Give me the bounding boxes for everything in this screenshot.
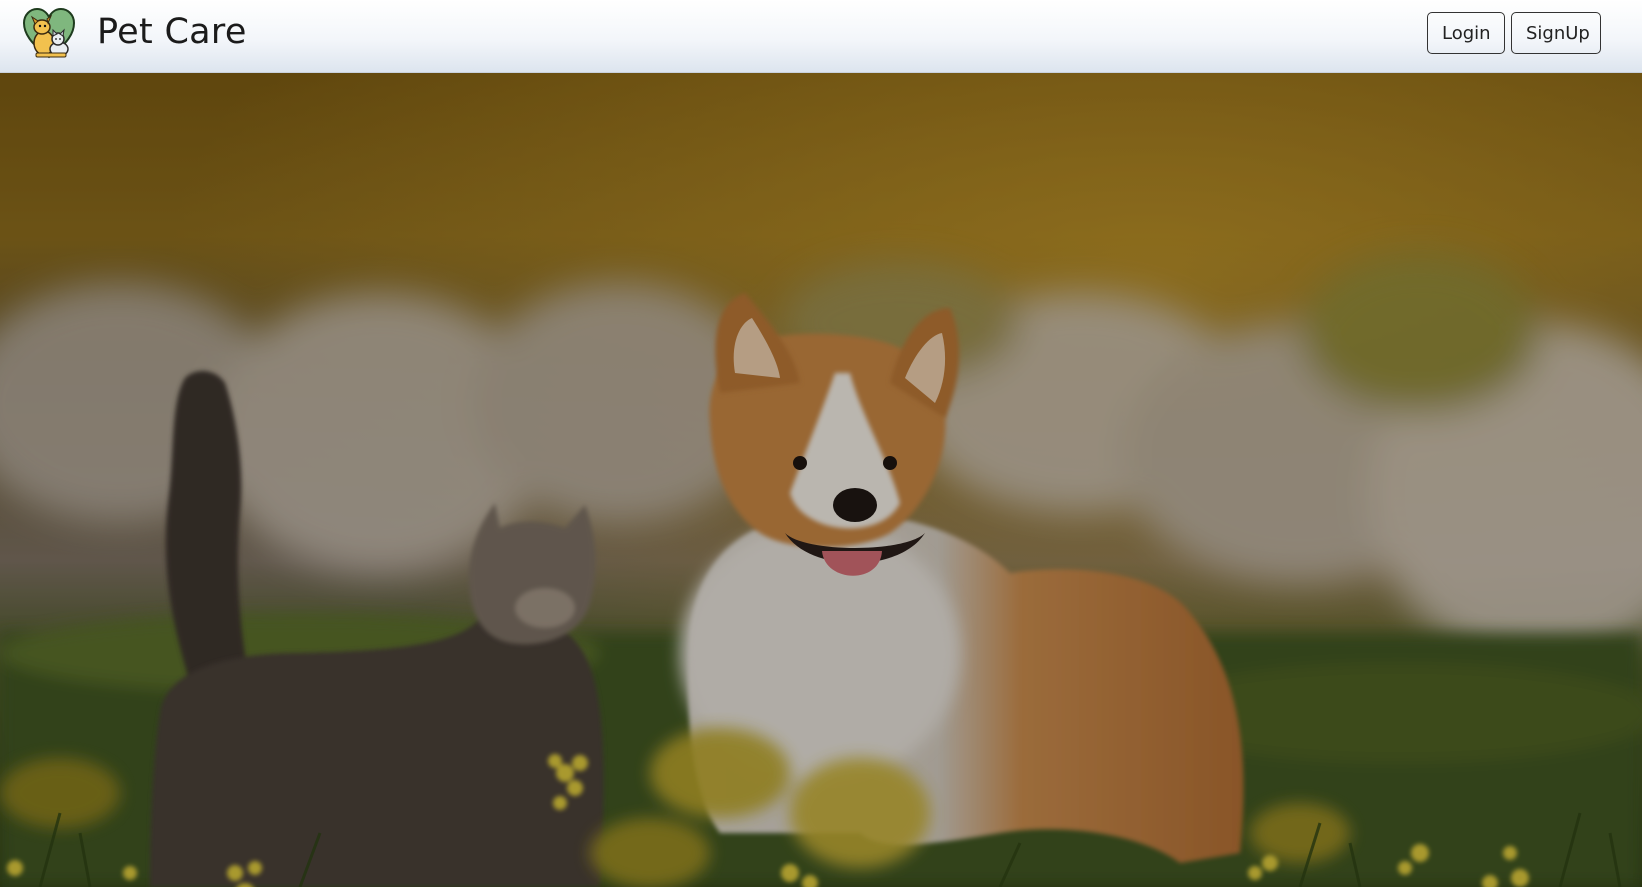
hero-image — [0, 73, 1642, 887]
dog-and-cat-photo — [0, 73, 1642, 887]
top-navbar: Pet Care Login SignUp — [0, 0, 1642, 73]
login-button[interactable]: Login — [1427, 12, 1505, 54]
signup-button[interactable]: SignUp — [1511, 12, 1601, 54]
brand-title[interactable]: Pet Care — [97, 12, 247, 52]
auth-buttons: Login SignUp — [1427, 12, 1601, 54]
pet-logo-icon[interactable] — [22, 7, 76, 61]
